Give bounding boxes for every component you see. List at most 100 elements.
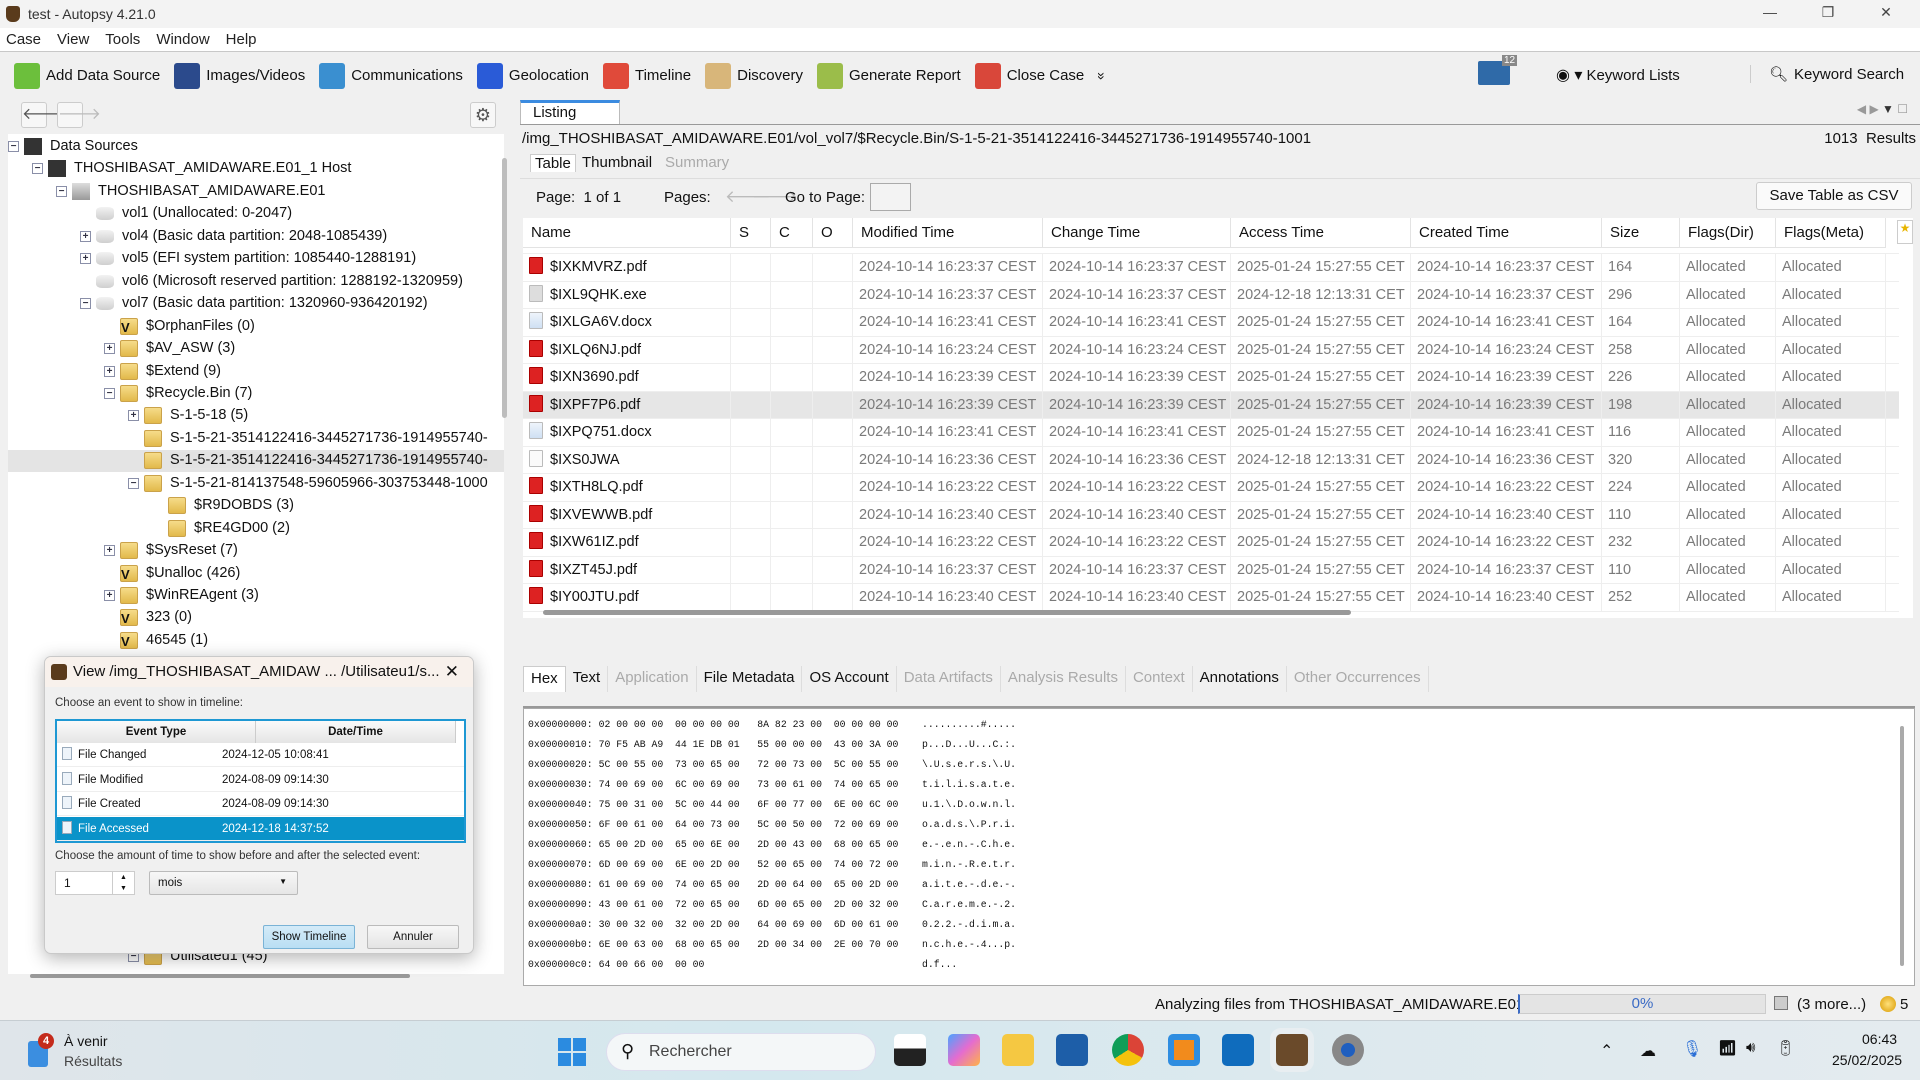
table-row[interactable]: $IXN3690.pdf 2024-10-14 16:23:39 CEST 2024… [523, 364, 1899, 392]
settings-icon[interactable] [1332, 1034, 1364, 1066]
table-row[interactable]: $IXKMVRZ.pdf 2024-10-14 16:23:37 CEST 2024… [523, 254, 1899, 282]
toolbar-timeline-button[interactable]: Timeline [602, 62, 691, 89]
copilot-icon[interactable] [948, 1034, 980, 1066]
expand-icon[interactable]: + [104, 590, 115, 601]
outlook-icon[interactable] [1222, 1034, 1254, 1066]
cancel-button[interactable]: Annuler [367, 925, 459, 949]
table-row[interactable]: $IXS0JWA 2024-10-14 16:23:36 CEST 2024-10-… [523, 446, 1899, 474]
tree-node[interactable]: S-1-5-21-3514122416-3445271736-191495574… [8, 450, 504, 473]
tree-node[interactable]: + $Extend (9) [8, 361, 504, 383]
menu-view[interactable]: View [57, 31, 89, 48]
autopsy-taskbar-icon[interactable] [1276, 1034, 1308, 1066]
clock-date[interactable]: 25/02/2025 [1832, 1052, 1902, 1068]
collapse-icon[interactable]: − [128, 477, 139, 489]
tree-node[interactable]: $R9DOBDS (3) [8, 495, 504, 517]
tree-node[interactable]: vol1 (Unallocated: 0-2047) [8, 203, 504, 225]
tree-node[interactable]: − THOSHIBASAT_AMIDAWARE.E01_1 Host [8, 158, 504, 180]
microphone-icon[interactable]: 🎙︎ [1682, 1039, 1702, 1059]
show-timeline-button[interactable]: Show Timeline [263, 925, 355, 949]
column-chooser-icon[interactable]: ★ [1897, 220, 1913, 244]
goto-page-input[interactable] [870, 183, 911, 211]
tree-vertical-scrollbar[interactable] [502, 158, 507, 418]
tab-analysis-results[interactable]: Analysis Results [1001, 666, 1126, 692]
unit-dropdown[interactable]: mois ▼ [149, 871, 298, 895]
taskbar-search[interactable]: ⚲ Rechercher [606, 1033, 876, 1071]
microsoft-store-icon[interactable] [1056, 1034, 1088, 1066]
column-datetime[interactable]: Date/Time [256, 721, 456, 743]
toolbar-communications-button[interactable]: Communications [319, 62, 463, 89]
more-tasks-link[interactable]: (3 more...) [1797, 996, 1866, 1013]
back-button[interactable]: 🡐 [21, 102, 65, 128]
tree-node[interactable]: V 323 (0) [8, 607, 504, 629]
chrome-icon[interactable] [1112, 1034, 1144, 1066]
tab-context[interactable]: Context [1126, 666, 1193, 692]
collapse-icon[interactable]: − [56, 185, 67, 197]
column-header-name[interactable]: Name [523, 218, 731, 248]
restore-button[interactable]: ❐ [1808, 4, 1848, 21]
toolbar-close-case-button[interactable]: Close Case [974, 62, 1084, 89]
tree-node[interactable]: V 46545 (1) [8, 630, 504, 652]
tab-text[interactable]: Text [566, 666, 609, 692]
event-row[interactable]: File Created 2024-08-09 09:14:30 [57, 792, 464, 816]
wifi-icon[interactable]: 📶︎ [1718, 1039, 1737, 1057]
dialog-close-button[interactable]: ✕ [445, 657, 459, 687]
tree-node[interactable]: − vol7 (Basic data partition: 1320960-936… [8, 293, 504, 315]
collapse-icon[interactable]: − [32, 163, 43, 175]
volume-icon[interactable]: 🔊︎ [1746, 1039, 1755, 1056]
column-header-o[interactable]: O [813, 218, 853, 248]
tree-node[interactable]: + $WinREAgent (3) [8, 585, 504, 607]
table-row[interactable]: $IXVEWWB.pdf 2024-10-14 16:23:40 CEST 2024… [523, 501, 1899, 529]
toolbar-plus-button[interactable]: Add Data Source [14, 62, 160, 89]
keyword-lists-button[interactable]: ◉ ▾ Keyword Lists [1556, 65, 1680, 85]
tab-hex[interactable]: Hex [523, 666, 566, 692]
tray-chevron-icon[interactable]: ⌃ [1600, 1041, 1613, 1061]
weather-widget[interactable]: 4 À venir Résultats [26, 1031, 156, 1073]
keyword-search-button[interactable]: 🔍︎ Keyword Search [1750, 65, 1904, 83]
table-row[interactable]: $IXLGA6V.docx 2024-10-14 16:23:41 CEST 202… [523, 309, 1899, 337]
tree-node[interactable]: − S-1-5-21-814137548-59605966-303753448-1… [8, 473, 504, 495]
forward-button[interactable]: 🡒 [57, 102, 101, 128]
collapse-icon[interactable]: − [104, 387, 115, 399]
tree-node[interactable]: + vol4 (Basic data partition: 2048-108543… [8, 226, 504, 248]
cancel-task-icon[interactable] [1774, 996, 1788, 1010]
column-event-type[interactable]: Event Type [57, 721, 256, 743]
tree-node[interactable]: + vol5 (EFI system partition: 1085440-128… [8, 248, 504, 270]
event-row[interactable]: File Changed 2024-12-05 10:08:41 [57, 743, 464, 767]
toolbar-more-chevron[interactable]: » [1094, 72, 1110, 80]
tree-node[interactable]: V $Unalloc (426) [8, 563, 504, 585]
tree-node[interactable]: + $SysReset (7) [8, 540, 504, 562]
amount-spinner[interactable]: 1 ▲ ▼ [55, 871, 135, 895]
table-row[interactable]: $IY00JTU.pdf 2024-10-14 16:23:40 CEST 2024… [523, 584, 1899, 612]
tree-node[interactable]: − $Recycle.Bin (7) [8, 383, 504, 405]
hex-vertical-scrollbar[interactable] [1900, 726, 1904, 966]
expand-icon[interactable]: + [80, 230, 91, 242]
expand-icon[interactable]: + [80, 253, 91, 265]
panel-controls[interactable]: ◀ ▶ ▼ ☐ [1857, 102, 1908, 116]
table-row[interactable]: $IXZT45J.pdf 2024-10-14 16:23:37 CEST 2024… [523, 556, 1899, 584]
expand-icon[interactable]: + [128, 410, 139, 422]
table-row[interactable]: $IXL9QHK.exe 2024-10-14 16:23:37 CEST 2024… [523, 281, 1899, 309]
table-row[interactable]: $IXTH8LQ.pdf 2024-10-14 16:23:22 CEST 2024… [523, 474, 1899, 502]
menu-window[interactable]: Window [156, 31, 209, 48]
expand-icon[interactable]: + [104, 343, 115, 355]
notifications-icon[interactable] [1880, 996, 1896, 1012]
tree-node[interactable]: S-1-5-21-3514122416-3445271736-191495574… [8, 428, 504, 450]
table-horizontal-scrollbar[interactable] [543, 610, 1351, 615]
column-header-size[interactable]: Size [1602, 218, 1680, 248]
table-row[interactable]: $IXW61IZ.pdf 2024-10-14 16:23:22 CEST 2024… [523, 529, 1899, 557]
analysis-progress-bar[interactable]: 0% [1518, 994, 1766, 1014]
tree-node[interactable]: V $OrphanFiles (0) [8, 316, 504, 338]
collapse-icon[interactable]: − [8, 141, 19, 152]
table-row[interactable]: $IXPQ751.docx 2024-10-14 16:23:41 CEST 202… [523, 419, 1899, 447]
clock-time[interactable]: 06:43 [1862, 1031, 1897, 1047]
menu-tools[interactable]: Tools [105, 31, 140, 48]
expand-icon[interactable]: + [104, 545, 115, 557]
tree-node[interactable]: − THOSHIBASAT_AMIDAWARE.E01 [8, 181, 504, 203]
inbox-messages-button[interactable]: 12 [1478, 55, 1518, 85]
column-header-flags_dir[interactable]: Flags(Dir) [1680, 218, 1776, 248]
column-header-created[interactable]: Created Time [1411, 218, 1602, 248]
tree-node[interactable]: + $AV_ASW (3) [8, 338, 504, 360]
toolbar-images-button[interactable]: Images/Videos [174, 62, 305, 89]
menu-help[interactable]: Help [226, 31, 257, 48]
table-row[interactable]: $IXPF7P6.pdf 2024-10-14 16:23:39 CEST 2024… [523, 391, 1899, 419]
